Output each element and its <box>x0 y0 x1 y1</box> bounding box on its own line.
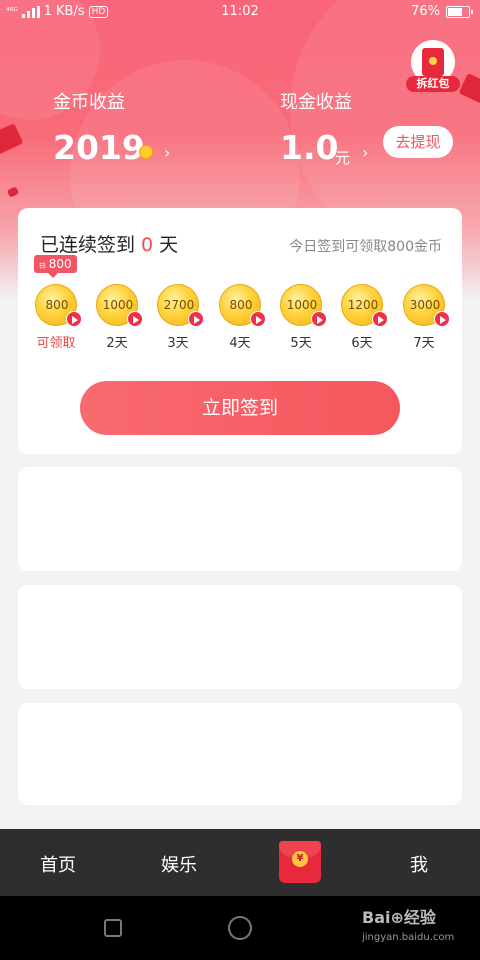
tab-entertainment[interactable]: 娱乐 <box>161 851 197 877</box>
sign-title-prefix: 已连续签到 <box>40 234 136 256</box>
coin-icon <box>139 145 153 159</box>
status-bar: ⁴⁶ᴳ 1 KB/s HD 11:02 76% <box>0 0 480 24</box>
content-card <box>18 467 462 571</box>
gold-coin-icon: 1000 <box>280 284 327 327</box>
cash-earnings-value[interactable]: 1.0 <box>280 128 338 167</box>
open-red-packet-label: 拆红包 <box>406 76 460 92</box>
sign-day-3[interactable]: 2700 3天 <box>152 284 204 351</box>
sign-day-label: 可领取 <box>36 336 76 351</box>
sign-day-label: 6天 <box>351 336 373 351</box>
sign-day-label: 5天 <box>290 336 312 351</box>
red-packet-seal-icon: ¥ <box>292 851 308 867</box>
sign-day-amount: 800 <box>229 298 253 312</box>
chevron-right-icon[interactable]: › <box>164 143 170 162</box>
sign-day-label: 2天 <box>106 336 128 351</box>
sign-day-label: 4天 <box>229 336 251 351</box>
battery-icon <box>446 5 473 18</box>
sign-day-amount: 2700 <box>163 298 195 312</box>
sign-in-button[interactable]: 立即签到 <box>80 381 400 435</box>
sign-day-amount: 1000 <box>286 298 318 312</box>
battery-fill <box>448 7 462 16</box>
open-red-packet-button[interactable]: 拆红包 <box>406 40 460 96</box>
sign-day-6[interactable]: 1200 6天 <box>336 284 388 351</box>
withdraw-button[interactable]: 去提现 <box>383 126 453 158</box>
sign-day-7[interactable]: 3000 7天 <box>398 284 450 351</box>
battery-percent: 76% <box>411 4 440 19</box>
gold-earnings-label: 金币收益 <box>53 92 125 113</box>
coin-mini-icon: ⊟ <box>39 261 46 270</box>
sign-streak-title: 已连续签到 0 天 <box>40 230 178 257</box>
sign-day-amount: 1200 <box>347 298 379 312</box>
sign-day-2[interactable]: 1000 2天 <box>91 284 143 351</box>
tab-me[interactable]: 我 <box>410 851 428 877</box>
sign-day-label: 3天 <box>167 336 189 351</box>
play-icon[interactable] <box>434 311 450 327</box>
play-icon[interactable] <box>66 311 82 327</box>
sign-day-4[interactable]: 800 4天 <box>214 284 266 351</box>
gold-earnings-value[interactable]: 2019 <box>53 128 145 167</box>
sign-in-card: 已连续签到 0 天 今日签到可领取800金币 ⊟ 800 800 可领取 1000… <box>18 208 462 454</box>
content-card <box>18 703 462 805</box>
recent-apps-icon[interactable] <box>104 919 122 937</box>
sign-day-label: 7天 <box>413 336 435 351</box>
decor-red-envelope-icon <box>0 123 24 155</box>
gold-coin-icon: 1000 <box>96 284 143 327</box>
gold-coin-icon: 3000 <box>403 284 450 327</box>
play-icon[interactable] <box>127 311 143 327</box>
gold-coin-icon: 800 <box>35 284 82 327</box>
bottom-tab-bar: 首页 娱乐 ¥ 我 <box>0 829 480 896</box>
content-card <box>18 585 462 689</box>
sign-day-amount: 3000 <box>409 298 441 312</box>
sign-day-amount: 800 <box>45 298 69 312</box>
play-icon[interactable] <box>250 311 266 327</box>
watermark-url: jingyan.baidu.com <box>362 932 455 943</box>
sign-streak-days: 0 <box>141 234 154 256</box>
today-reward-tag: ⊟ 800 <box>34 255 77 278</box>
cash-unit: 元 <box>335 149 351 167</box>
sign-day-1[interactable]: 800 可领取 <box>30 284 82 351</box>
play-icon[interactable] <box>311 311 327 327</box>
tab-red-packet[interactable]: ¥ <box>279 841 321 883</box>
gold-coin-icon: 2700 <box>157 284 204 327</box>
sign-day-amount: 1000 <box>102 298 134 312</box>
system-nav-bar: Bai⊕经验 jingyan.baidu.com <box>0 896 480 960</box>
sign-day-5[interactable]: 1000 5天 <box>275 284 327 351</box>
tab-home[interactable]: 首页 <box>40 851 76 877</box>
gold-coin-icon: 800 <box>219 284 266 327</box>
sign-title-suffix: 天 <box>159 234 179 256</box>
home-icon[interactable] <box>228 916 252 940</box>
cash-earnings-label: 现金收益 <box>280 92 352 113</box>
chevron-right-icon[interactable]: › <box>362 143 368 162</box>
clock: 11:02 <box>221 4 259 19</box>
today-reward-amount: 800 <box>48 257 72 271</box>
play-icon[interactable] <box>188 311 204 327</box>
gold-coin-icon: 1200 <box>341 284 388 327</box>
play-icon[interactable] <box>372 311 388 327</box>
decor-red-envelope-icon <box>6 186 20 198</box>
sign-hint: 今日签到可领取800金币 <box>289 239 442 255</box>
watermark-logo: Bai⊕经验 <box>362 908 436 927</box>
